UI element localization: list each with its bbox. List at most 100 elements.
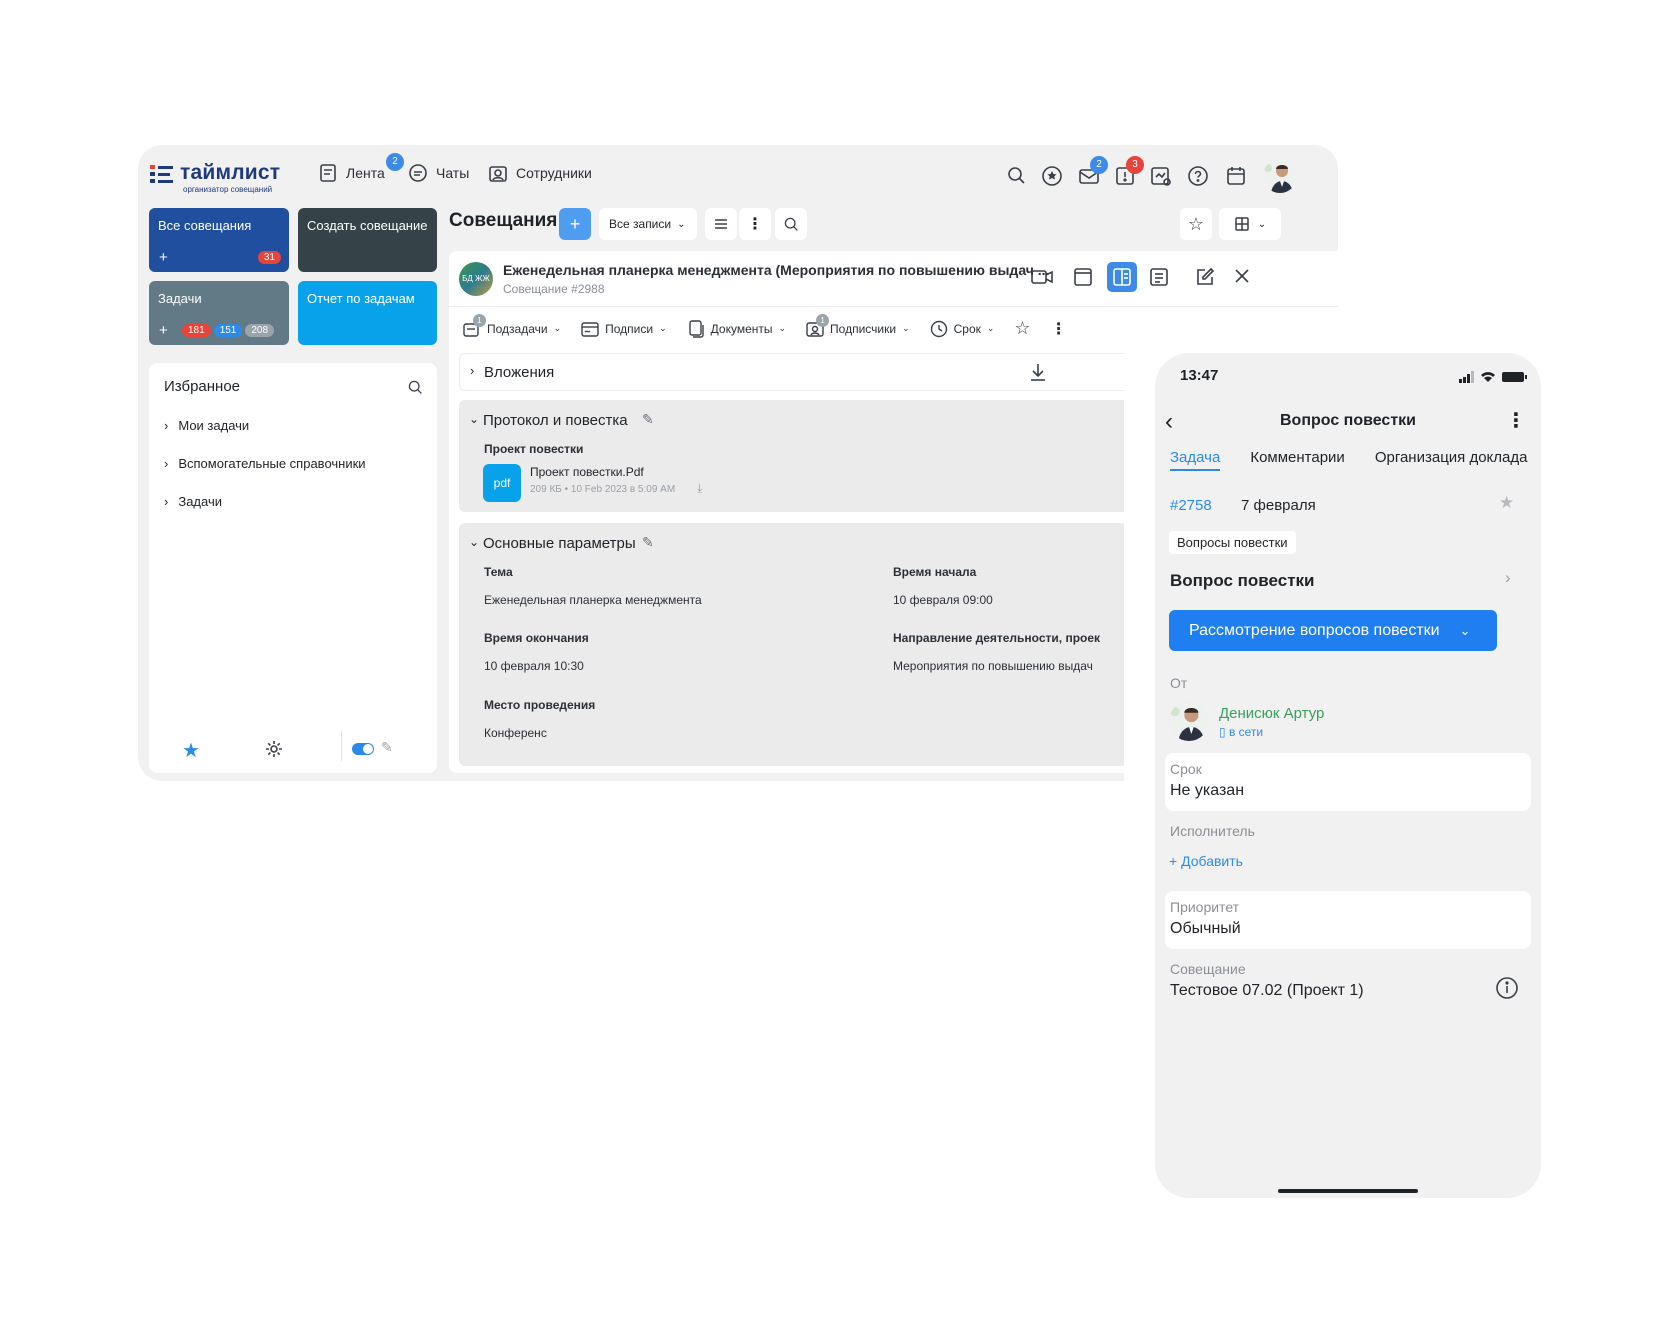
priority-label: Приоритет: [1170, 899, 1240, 915]
gear-icon[interactable]: [264, 739, 284, 759]
meeting-subtitle: Совещание #2988: [503, 282, 605, 296]
favorites-item-my-tasks[interactable]: › Мои задачи: [164, 418, 366, 456]
tab-signatures[interactable]: Подписи ⌄: [581, 320, 667, 338]
tab-comments[interactable]: Комментарии: [1250, 449, 1344, 471]
calendar-icon[interactable]: [1225, 165, 1247, 187]
info-icon[interactable]: [1495, 976, 1519, 1000]
deadline-field[interactable]: Срок Не указан: [1165, 753, 1531, 811]
search-icon[interactable]: [1006, 165, 1026, 185]
pencil-icon[interactable]: ✎: [642, 534, 654, 551]
home-indicator[interactable]: [1278, 1189, 1418, 1193]
nav-feed-label: Лента: [346, 165, 385, 181]
more-vertical-icon[interactable]: ⋮: [1506, 408, 1526, 433]
window-icon[interactable]: [1073, 267, 1093, 287]
document-view-icon[interactable]: [1149, 267, 1169, 287]
nav-feed[interactable]: Лента 2: [318, 153, 404, 183]
pin-icon[interactable]: ✎: [381, 739, 393, 756]
star-icon[interactable]: ★: [1499, 493, 1514, 513]
end-label: Время окончания: [484, 631, 589, 645]
tasks-count-overdue: 181: [182, 324, 211, 337]
file-name[interactable]: Проект повестки.Pdf: [530, 465, 644, 479]
more-vertical-icon[interactable]: ⋮: [1051, 319, 1067, 339]
favorites-circle-icon[interactable]: [1041, 165, 1063, 187]
alerts-badge: 3: [1126, 156, 1144, 174]
start-value: 10 февраля 09:00: [893, 593, 993, 607]
tab-documents[interactable]: Документы ⌄: [687, 319, 786, 338]
from-avatar[interactable]: [1169, 701, 1209, 741]
tab-subtasks[interactable]: 1 Подзадачи ⌄: [463, 313, 561, 338]
nav-chats-label: Чаты: [436, 165, 470, 181]
task-heading: Вопрос повестки: [1170, 571, 1315, 590]
star-outline-icon[interactable]: ☆: [1014, 318, 1030, 339]
favorites-item-tasks[interactable]: › Задачи: [164, 494, 366, 532]
search-button[interactable]: [775, 208, 807, 240]
favorites-item-references[interactable]: › Вспомогательные справочники: [164, 456, 366, 494]
edit-icon[interactable]: [1195, 267, 1215, 287]
add-assignee-link[interactable]: + Добавить: [1169, 853, 1243, 869]
feed-badge: 2: [386, 153, 404, 171]
more-button[interactable]: ⋮: [739, 208, 771, 240]
divider: [341, 731, 342, 761]
layout-select[interactable]: ⌄: [1219, 208, 1281, 240]
chevron-right-icon[interactable]: ›: [1505, 568, 1511, 588]
favorites-panel: Избранное › Мои задачи › Вспомогательные с…: [149, 363, 437, 773]
tab-report-org[interactable]: Организация доклада: [1375, 449, 1528, 471]
task-number[interactable]: #2758: [1170, 497, 1212, 514]
clock-icon: [930, 320, 947, 337]
staff-icon: [488, 163, 508, 183]
from-name[interactable]: Денисюк Артур: [1219, 705, 1324, 722]
list-view-button[interactable]: [705, 208, 737, 240]
help-icon[interactable]: [1187, 165, 1209, 187]
brand-logo[interactable]: таймлист организатор совещаний: [150, 159, 290, 195]
tile-tasks-label: Задачи: [158, 291, 202, 306]
plus-icon[interactable]: +: [159, 322, 168, 339]
documents-icon: [688, 319, 704, 338]
meeting-value[interactable]: Тестовое 07.02 (Проект 1): [1170, 982, 1364, 1000]
chevron-down-icon[interactable]: ⌄: [469, 412, 479, 426]
tab-task[interactable]: Задача: [1170, 449, 1221, 471]
tab-subscribers[interactable]: 1 Подписчики ⌄: [806, 313, 910, 338]
nav-chats[interactable]: Чаты: [408, 163, 469, 183]
tile-tasks-report[interactable]: Отчет по задачам: [298, 281, 437, 345]
favorite-button[interactable]: ☆: [1180, 208, 1212, 240]
star-icon[interactable]: ★: [182, 738, 200, 763]
split-view-button[interactable]: [1107, 262, 1137, 292]
close-icon[interactable]: [1233, 267, 1251, 285]
tile-all-meetings[interactable]: Все совещания + 31: [149, 208, 289, 272]
records-filter-select[interactable]: Все записи ⌄: [599, 208, 697, 240]
star-outline-icon: ☆: [1187, 213, 1205, 234]
tile-create-meeting[interactable]: Создать совещание: [298, 208, 437, 272]
subscribers-badge: 1: [816, 313, 830, 327]
brand-name: таймлист: [180, 161, 281, 184]
add-meeting-button[interactable]: +: [559, 208, 591, 240]
download-icon[interactable]: ⤓: [697, 481, 702, 496]
report-icon[interactable]: [1150, 165, 1172, 187]
meeting-title: Еженедельная планерка менеджмента (Мероп…: [503, 262, 1050, 278]
download-icon[interactable]: [1028, 362, 1048, 382]
favorites-title: Избранное: [164, 378, 241, 395]
page-title: Совещания: [449, 210, 558, 231]
meeting-label: Совещание: [1170, 961, 1246, 977]
task-tag: Вопросы повестки: [1169, 531, 1296, 554]
tile-tasks[interactable]: Задачи + 181 151 208: [149, 281, 289, 345]
deadline-value: Не указан: [1170, 782, 1245, 799]
pin-toggle[interactable]: [352, 743, 374, 755]
pencil-icon[interactable]: ✎: [642, 411, 654, 428]
chevron-right-icon: ›: [164, 494, 169, 509]
tab-deadline[interactable]: Срок ⌄: [930, 320, 994, 338]
priority-field[interactable]: Приоритет Обычный: [1165, 891, 1531, 949]
video-icon[interactable]: [1031, 268, 1053, 286]
search-icon[interactable]: [407, 379, 423, 395]
from-label: От: [1170, 675, 1188, 691]
nav-staff[interactable]: Сотрудники: [488, 163, 592, 183]
chevron-right-icon: ›: [470, 363, 475, 378]
divider: [449, 306, 1338, 307]
chevron-down-icon[interactable]: ⌄: [469, 535, 479, 549]
plus-icon[interactable]: +: [159, 249, 168, 266]
tile-tasks-counts: 181 151 208: [179, 321, 275, 337]
logo-mark-icon: [150, 165, 173, 183]
pdf-file-icon[interactable]: pdf: [483, 464, 521, 502]
status-button[interactable]: Рассмотрение вопросов повестки ⌄: [1169, 610, 1497, 651]
chevron-down-icon: ⌄: [1257, 218, 1267, 230]
user-avatar[interactable]: [1263, 159, 1297, 193]
